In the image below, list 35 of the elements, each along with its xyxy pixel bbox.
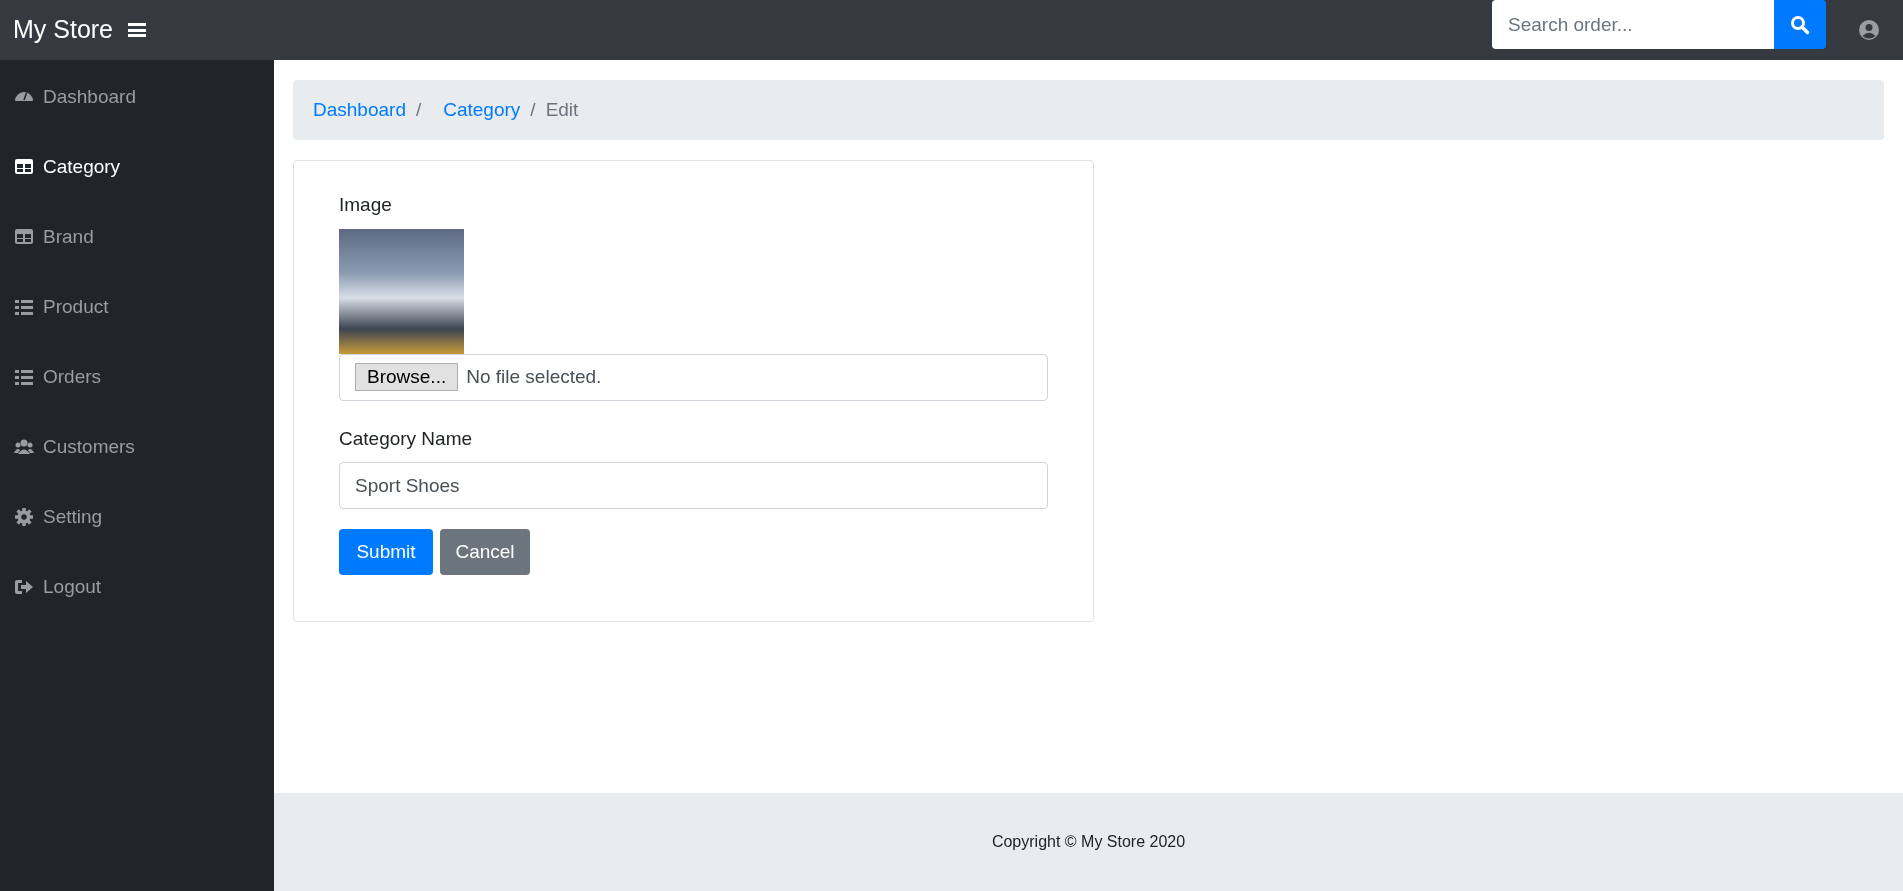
cancel-button[interactable]: Cancel [440,529,530,575]
sidebar-item[interactable]: Customers [0,432,135,462]
search-icon [1790,14,1810,35]
browse-button[interactable]: Browse... [355,363,459,391]
field-label: Category Name [339,426,474,451]
breadcrumb-link[interactable]: Category [443,95,521,125]
brand-link[interactable]: My Store [13,11,114,49]
search-button[interactable] [1774,0,1826,49]
table-icon [13,227,35,247]
sidebar-item[interactable]: Logout [0,572,102,602]
file-status: No file selected. [466,364,602,389]
field-label: Image [339,193,393,217]
list-icon [13,297,35,317]
list-icon [13,367,35,387]
search-field[interactable]: Search order... [1492,0,1774,49]
sidebar-item[interactable]: Product [0,292,109,322]
menu-icon[interactable] [128,21,147,39]
sidebar-item[interactable]: Category [0,152,121,182]
sidebar-item[interactable]: Dashboard [0,82,136,112]
sidebar-item[interactable]: Brand [0,222,94,252]
sign-out-icon [13,577,35,597]
breadcrumb-link[interactable]: Dashboard [313,95,406,125]
users-icon [13,437,35,457]
user-icon[interactable] [1859,20,1879,40]
breadcrumb-separator: / [529,97,537,122]
category-name-field[interactable]: Sport Shoes [339,462,1048,509]
table-icon [13,157,35,177]
sidebar-item[interactable]: Setting [0,502,103,532]
submit-button[interactable]: Submit [339,529,433,575]
sidebar-item[interactable]: Orders [0,362,102,392]
file-input[interactable]: Browse... No file selected. [339,353,1048,401]
breadcrumb-current: Edit [545,97,579,122]
breadcrumb-separator: / [414,97,423,122]
copyright-text: Copyright © My Store 2020 [991,832,1186,852]
gear-icon [13,507,35,527]
